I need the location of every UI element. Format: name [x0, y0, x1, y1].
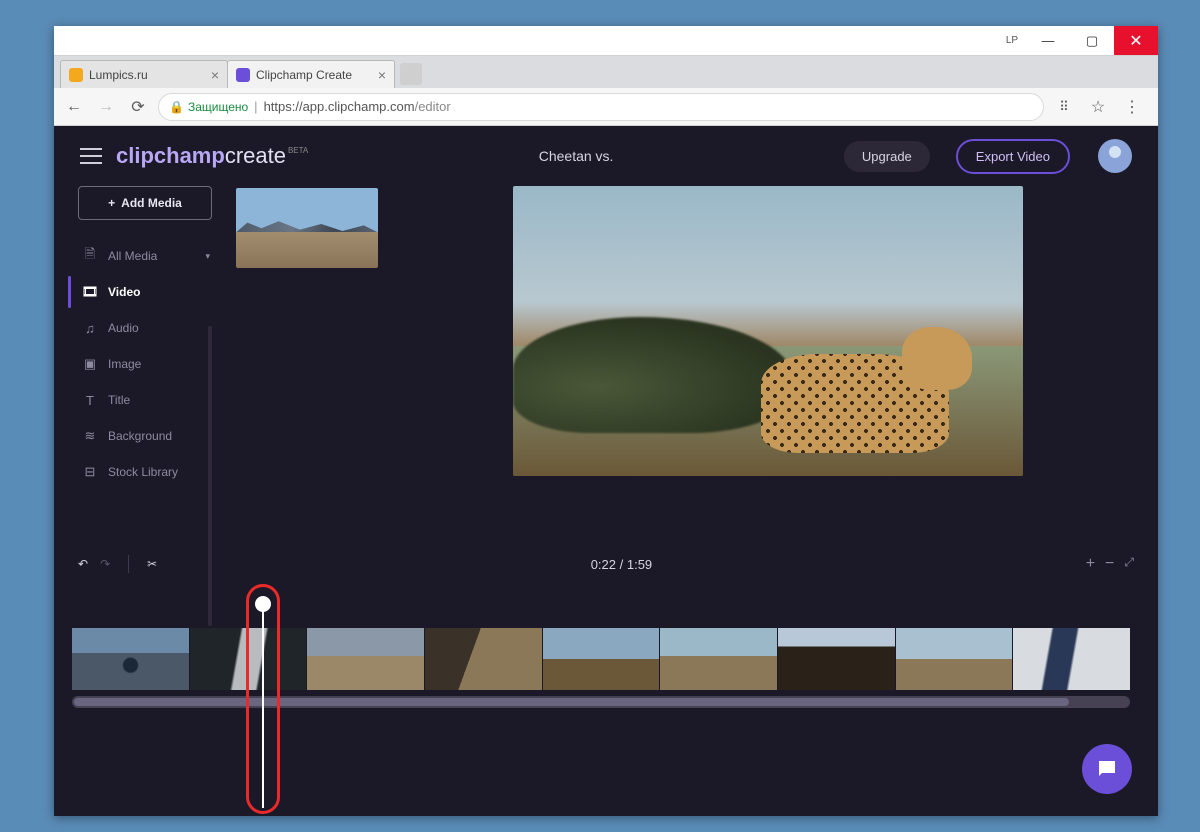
sidebar-item-label: Background: [108, 429, 172, 443]
timeline-frame[interactable]: [543, 628, 660, 690]
logo-brand1: clipchamp: [116, 143, 225, 169]
favicon-icon: [69, 68, 83, 82]
preview-area: [402, 186, 1134, 536]
sidebar-item-label: Video: [108, 285, 140, 299]
logo-beta: BETA: [288, 146, 308, 155]
browser-tab-clipchamp[interactable]: Clipchamp Create ×: [227, 60, 395, 88]
sidebar-item-all-media[interactable]: 🗎 All Media: [78, 240, 212, 272]
browser-window: LP — ▢ ✕ Lumpics.ru × Clipchamp Create ×…: [54, 26, 1158, 816]
undo-icon[interactable]: ↶: [78, 557, 88, 571]
tab-close-icon[interactable]: ×: [211, 67, 219, 83]
clipchamp-app: clipchampcreateBETA Cheetan vs. Upgrade …: [54, 126, 1158, 816]
timeline-frame[interactable]: [778, 628, 895, 690]
logo-brand2: create: [225, 143, 286, 169]
timeline-frame[interactable]: [190, 628, 307, 690]
toolbar-divider: [128, 555, 129, 573]
music-note-icon: ♫: [82, 320, 98, 336]
window-close-button[interactable]: ✕: [1114, 26, 1158, 55]
playhead-handle[interactable]: [255, 596, 271, 612]
app-main: + Add Media 🗎 All Media 🎞 Video ♫ Audio: [54, 186, 1158, 536]
browser-tabstrip: Lumpics.ru × Clipchamp Create ×: [54, 56, 1158, 88]
sidebar-item-title[interactable]: T Title: [78, 384, 212, 416]
playhead-line: [262, 608, 264, 808]
timeline-frame[interactable]: [425, 628, 542, 690]
timeline-track[interactable]: [72, 628, 1130, 690]
film-icon: 🎞: [82, 284, 98, 300]
app-logo: clipchampcreateBETA: [116, 143, 308, 169]
project-title[interactable]: Cheetan vs.: [322, 148, 830, 164]
chat-icon: [1095, 757, 1119, 781]
timeline-scrollbar[interactable]: [72, 696, 1130, 708]
url-text: https://app.clipchamp.com/editor: [264, 99, 451, 114]
window-minimize-button[interactable]: —: [1026, 26, 1070, 55]
sidebar-item-label: Title: [108, 393, 130, 407]
time-current: 0:22: [591, 557, 616, 572]
video-preview[interactable]: [513, 186, 1023, 476]
url-input[interactable]: 🔒 Защищено | https://app.clipchamp.com/e…: [158, 93, 1044, 121]
image-icon: ▣: [82, 356, 98, 372]
media-thumbnail[interactable]: [236, 188, 378, 268]
upgrade-button[interactable]: Upgrade: [844, 141, 930, 172]
sidebar-item-video[interactable]: 🎞 Video: [78, 276, 212, 308]
timeline-frame[interactable]: [896, 628, 1013, 690]
app-header: clipchampcreateBETA Cheetan vs. Upgrade …: [54, 126, 1158, 186]
zoom-in-icon[interactable]: +: [1086, 555, 1095, 573]
text-icon: T: [82, 392, 98, 408]
sidebar-item-label: Stock Library: [108, 465, 178, 479]
sidebar-item-audio[interactable]: ♫ Audio: [78, 312, 212, 344]
sidebar-item-label: Audio: [108, 321, 139, 335]
timeline-frame[interactable]: [307, 628, 424, 690]
add-media-button[interactable]: + Add Media: [78, 186, 212, 220]
sidebar-item-label: Image: [108, 357, 141, 371]
tab-label: Lumpics.ru: [89, 68, 205, 82]
nav-forward-icon[interactable]: →: [94, 95, 118, 119]
sidebar-item-background[interactable]: ≋ Background: [78, 420, 212, 452]
browser-tab-lumpics[interactable]: Lumpics.ru ×: [60, 60, 228, 88]
zoom-out-icon[interactable]: −: [1105, 555, 1114, 573]
timeline-frame[interactable]: [72, 628, 189, 690]
tab-close-icon[interactable]: ×: [378, 67, 386, 83]
timeline-toolbar: ↶ ↷ ✂ 0:22 / 1:59 + − ⤢: [54, 544, 1158, 584]
plus-icon: +: [108, 196, 115, 210]
secure-lock-icon: 🔒 Защищено: [169, 100, 248, 114]
bookmark-star-icon[interactable]: ☆: [1086, 95, 1110, 119]
new-tab-button[interactable]: [400, 63, 422, 85]
redo-icon[interactable]: ↷: [100, 557, 110, 571]
url-separator: |: [254, 99, 257, 114]
stock-icon: ⊟: [82, 464, 98, 480]
sidebar-item-label: All Media: [108, 249, 157, 263]
media-sidebar: + Add Media 🗎 All Media 🎞 Video ♫ Audio: [78, 186, 212, 536]
layers-icon: ≋: [82, 428, 98, 444]
sidebar-item-image[interactable]: ▣ Image: [78, 348, 212, 380]
chat-support-button[interactable]: [1082, 744, 1132, 794]
browser-addressbar: ← → ⟳ 🔒 Защищено | https://app.clipchamp…: [54, 88, 1158, 126]
timeline-frame[interactable]: [660, 628, 777, 690]
profile-badge[interactable]: LP: [998, 26, 1026, 55]
cut-icon[interactable]: ✂: [147, 557, 157, 571]
time-total: 1:59: [627, 557, 652, 572]
window-titlebar: LP — ▢ ✕: [54, 26, 1158, 56]
tab-label: Clipchamp Create: [256, 68, 372, 82]
hamburger-menu-icon[interactable]: [80, 148, 102, 164]
timeline: [72, 584, 1154, 794]
zoom-fit-icon[interactable]: ⤢: [1124, 555, 1134, 573]
time-separator: /: [616, 557, 627, 572]
add-media-label: Add Media: [121, 196, 182, 210]
sidebar-item-stock-library[interactable]: ⊟ Stock Library: [78, 456, 212, 488]
nav-back-icon[interactable]: ←: [62, 95, 86, 119]
nav-reload-icon[interactable]: ⟳: [126, 95, 150, 119]
secure-label: Защищено: [188, 100, 248, 114]
sidebar-scrollbar[interactable]: [208, 326, 212, 626]
export-video-button[interactable]: Export Video: [956, 139, 1070, 174]
translate-icon[interactable]: ⠿: [1052, 95, 1076, 119]
favicon-icon: [236, 68, 250, 82]
user-avatar[interactable]: [1098, 139, 1132, 173]
timecode-display: 0:22 / 1:59: [157, 557, 1086, 572]
document-icon: 🗎: [82, 248, 98, 264]
timeline-frame[interactable]: [1013, 628, 1130, 690]
browser-menu-icon[interactable]: ⋮: [1120, 95, 1144, 119]
media-panel: [236, 186, 378, 536]
window-maximize-button[interactable]: ▢: [1070, 26, 1114, 55]
scrollbar-thumb[interactable]: [74, 698, 1069, 706]
